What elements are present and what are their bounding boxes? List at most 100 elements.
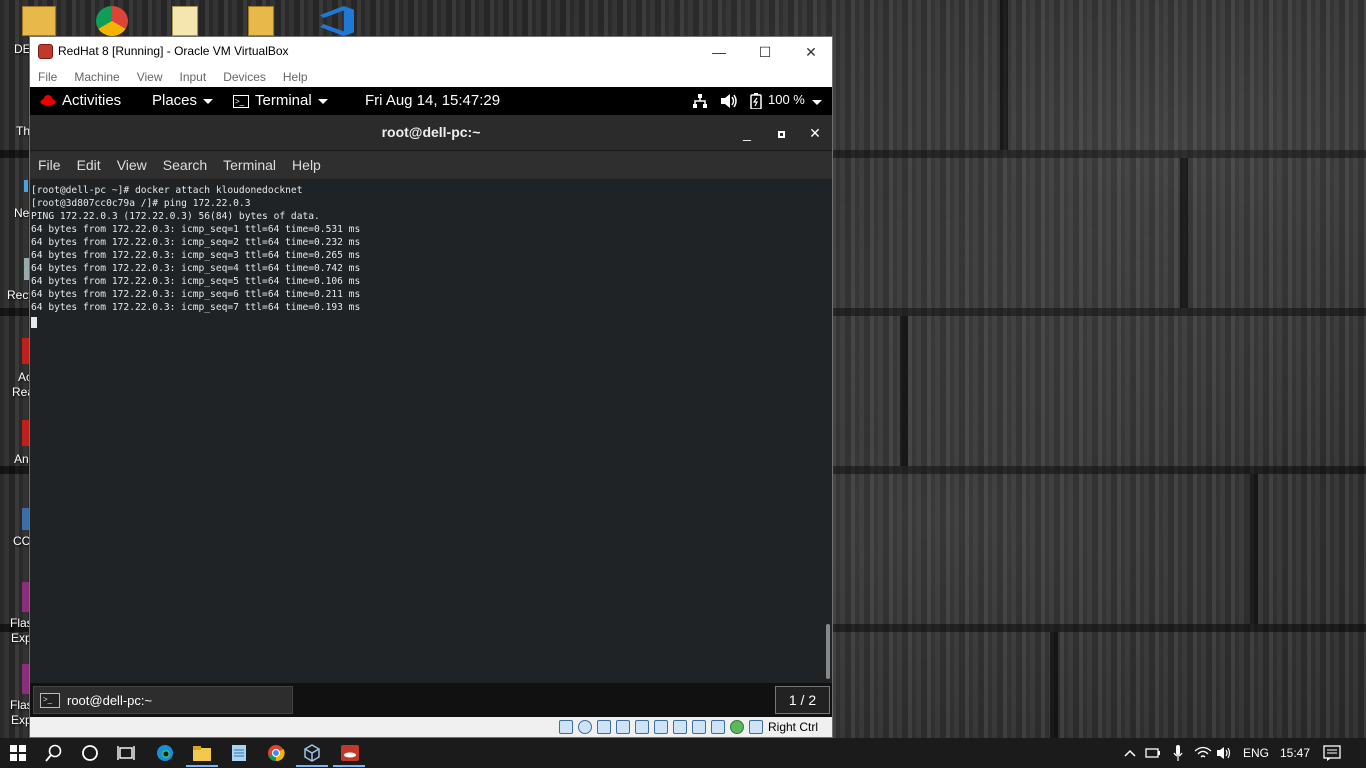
wallpaper-detail bbox=[1050, 632, 1058, 738]
network-icon[interactable] bbox=[692, 93, 708, 112]
battery-icon[interactable] bbox=[750, 93, 762, 113]
virtualbox-app-icon bbox=[38, 44, 53, 59]
wifi-icon[interactable] bbox=[1193, 743, 1213, 763]
speaker-icon[interactable] bbox=[1215, 743, 1235, 763]
clock[interactable]: Fri Aug 14, 15:47:29 bbox=[365, 92, 500, 109]
vbox-menu-view[interactable]: View bbox=[137, 67, 163, 87]
terminal-menu-search[interactable]: Search bbox=[163, 152, 207, 178]
wallpaper-detail bbox=[1180, 158, 1188, 308]
task-view-icon[interactable] bbox=[116, 743, 136, 763]
terminal-icon: >_ bbox=[233, 94, 249, 108]
system-menu-chevron-icon[interactable] bbox=[806, 93, 822, 110]
taskbar-clock[interactable]: 15:47 bbox=[1280, 746, 1310, 760]
guest-screen[interactable]: Activities Places >_ Terminal Fri Aug 14,… bbox=[30, 87, 832, 717]
terminal-minimize-icon[interactable]: _ bbox=[738, 124, 756, 142]
vbox-titlebar[interactable]: RedHat 8 [Running] - Oracle VM VirtualBo… bbox=[30, 37, 832, 67]
gnome-top-bar: Activities Places >_ Terminal Fri Aug 14,… bbox=[30, 87, 832, 115]
terminal-menu-terminal[interactable]: Terminal bbox=[223, 152, 276, 178]
chevron-up-icon[interactable] bbox=[1120, 743, 1140, 763]
window-list-label: root@dell-pc:~ bbox=[67, 693, 153, 708]
keyboard-capture-icon[interactable] bbox=[749, 720, 763, 734]
file-explorer-icon[interactable] bbox=[192, 743, 212, 763]
app-icon[interactable] bbox=[22, 420, 29, 446]
document-desktop-icon[interactable] bbox=[172, 6, 198, 36]
search-icon[interactable] bbox=[44, 743, 64, 763]
hard-disk-icon[interactable] bbox=[559, 720, 573, 734]
terminal-line: 64 bytes from 172.22.0.3: icmp_seq=6 ttl… bbox=[31, 289, 361, 300]
flash-icon[interactable] bbox=[22, 582, 29, 612]
redhat-vm-icon[interactable] bbox=[340, 743, 360, 763]
terminal-app-label: Terminal bbox=[255, 92, 312, 109]
maximize-button[interactable]: ☐ bbox=[742, 37, 788, 67]
activities-button[interactable]: Activities bbox=[62, 92, 121, 109]
folder-desktop-icon[interactable] bbox=[248, 6, 274, 36]
vbox-menubar: File Machine View Input Devices Help bbox=[30, 67, 832, 87]
display-icon[interactable] bbox=[673, 720, 687, 734]
mouse-integration-icon[interactable] bbox=[730, 720, 744, 734]
desktop-label[interactable]: CC bbox=[13, 534, 30, 548]
app-icon[interactable] bbox=[22, 508, 29, 530]
terminal-menu-file[interactable]: File bbox=[38, 152, 61, 178]
terminal-line: 64 bytes from 172.22.0.3: icmp_seq=7 ttl… bbox=[31, 302, 361, 313]
desktop-label[interactable]: An bbox=[14, 452, 29, 466]
workspace-indicator[interactable]: 1 / 2 bbox=[775, 686, 830, 714]
start-windows-icon[interactable] bbox=[8, 743, 28, 763]
language-indicator[interactable]: ENG bbox=[1243, 746, 1269, 760]
audio-icon[interactable] bbox=[597, 720, 611, 734]
chrome-desktop-icon[interactable] bbox=[96, 6, 128, 36]
terminal-close-icon[interactable]: ✕ bbox=[806, 124, 824, 142]
edge-icon[interactable] bbox=[155, 743, 175, 763]
recording-icon[interactable] bbox=[692, 720, 706, 734]
desktop-label[interactable]: Th bbox=[16, 124, 30, 138]
terminal-line: PING 172.22.0.3 (172.22.0.3) 56(84) byte… bbox=[31, 211, 320, 222]
vbox-menu-file[interactable]: File bbox=[38, 67, 57, 87]
vbox-window-title: RedHat 8 [Running] - Oracle VM VirtualBo… bbox=[58, 44, 289, 58]
host-key-label[interactable]: Right Ctrl bbox=[768, 720, 818, 734]
terminal-window: root@dell-pc:~ _ ✕ File Edit View Search… bbox=[30, 115, 832, 683]
terminal-line: 64 bytes from 172.22.0.3: icmp_seq=4 ttl… bbox=[31, 263, 361, 274]
terminal-headerbar[interactable]: root@dell-pc:~ _ ✕ bbox=[30, 115, 832, 151]
cpu-icon[interactable] bbox=[711, 720, 725, 734]
virtualbox-icon[interactable] bbox=[302, 743, 322, 763]
terminal-line: 64 bytes from 172.22.0.3: icmp_seq=1 ttl… bbox=[31, 224, 361, 235]
vbox-menu-help[interactable]: Help bbox=[283, 67, 308, 87]
scrollbar-thumb[interactable] bbox=[826, 624, 830, 679]
acrobat-icon[interactable] bbox=[22, 338, 29, 364]
vbox-statusbar: Right Ctrl bbox=[30, 717, 832, 737]
action-center-icon[interactable] bbox=[1322, 743, 1342, 763]
terminal-app-menu[interactable]: >_ Terminal bbox=[233, 92, 328, 109]
battery-percent[interactable]: 100 % bbox=[768, 92, 805, 107]
wallpaper-detail bbox=[1250, 474, 1258, 624]
network-adapter-icon[interactable] bbox=[616, 720, 630, 734]
optical-drive-icon[interactable] bbox=[578, 720, 592, 734]
folder-desktop-icon[interactable] bbox=[22, 6, 56, 36]
notepad-icon[interactable] bbox=[229, 743, 249, 763]
usb-icon[interactable] bbox=[635, 720, 649, 734]
volume-icon[interactable] bbox=[720, 93, 738, 113]
terminal-menu-edit[interactable]: Edit bbox=[77, 152, 101, 178]
flash-icon[interactable] bbox=[22, 664, 29, 694]
terminal-menu-help[interactable]: Help bbox=[292, 152, 321, 178]
terminal-line: 64 bytes from 172.22.0.3: icmp_seq=3 ttl… bbox=[31, 250, 361, 261]
vbox-menu-devices[interactable]: Devices bbox=[223, 67, 266, 87]
power-plug-icon[interactable] bbox=[1143, 743, 1163, 763]
cortana-icon[interactable] bbox=[80, 743, 100, 763]
wallpaper-detail bbox=[1000, 0, 1008, 150]
places-menu[interactable]: Places bbox=[152, 92, 214, 109]
microphone-icon[interactable] bbox=[1168, 743, 1188, 763]
window-list-item-terminal[interactable]: >_ root@dell-pc:~ bbox=[33, 686, 293, 714]
chrome-icon[interactable] bbox=[266, 743, 286, 763]
terminal-menu-view[interactable]: View bbox=[117, 152, 147, 178]
desktop-label[interactable]: Ne bbox=[14, 206, 29, 220]
vbox-menu-input[interactable]: Input bbox=[180, 67, 207, 87]
terminal-output[interactable]: [root@dell-pc ~]# docker attach kloudone… bbox=[30, 179, 824, 683]
terminal-scrollbar[interactable] bbox=[824, 179, 832, 683]
terminal-line: 64 bytes from 172.22.0.3: icmp_seq=5 ttl… bbox=[31, 276, 361, 287]
shared-folders-icon[interactable] bbox=[654, 720, 668, 734]
terminal-maximize-icon[interactable] bbox=[772, 124, 790, 142]
active-indicator bbox=[186, 765, 218, 767]
minimize-button[interactable]: — bbox=[696, 37, 742, 67]
vbox-menu-machine[interactable]: Machine bbox=[74, 67, 119, 87]
desktop-icon-fragment bbox=[24, 180, 28, 192]
close-button[interactable]: ✕ bbox=[788, 37, 834, 67]
